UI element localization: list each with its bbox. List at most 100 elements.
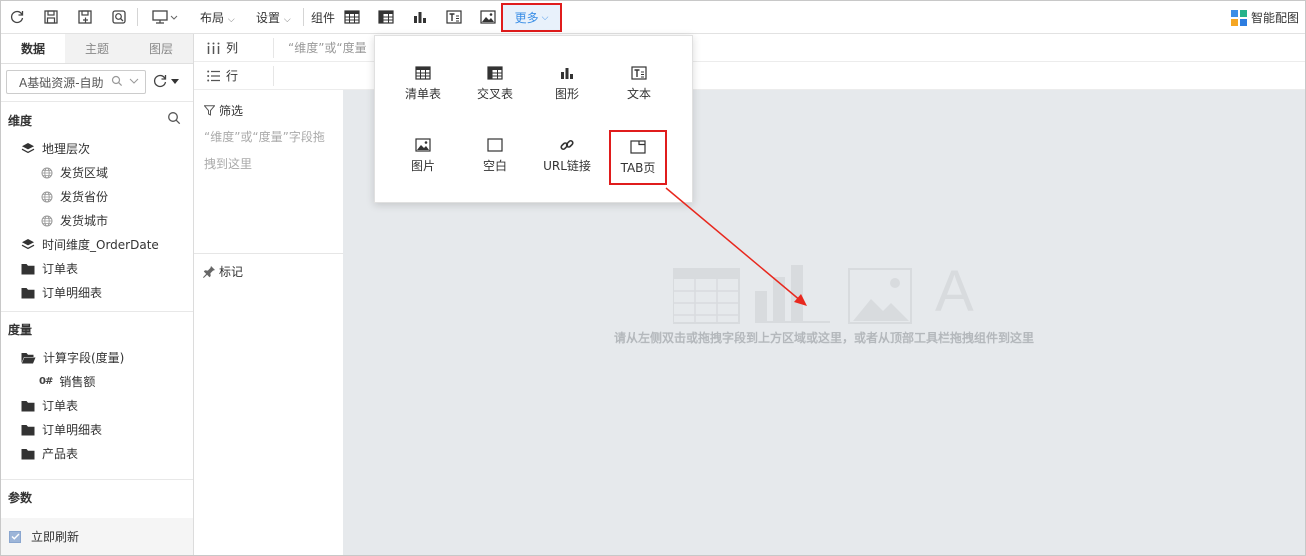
filter-hint: “维度”或“度量”字段拖拽到这里 (204, 130, 325, 171)
tree-item-ship-province[interactable]: 发货省份 (41, 188, 108, 205)
tree-item-orders[interactable]: 订单表 (21, 260, 78, 277)
device-dropdown[interactable] (151, 7, 181, 27)
settings-menu[interactable]: 设置 ⌵ (256, 9, 291, 26)
caret-down-icon (170, 75, 180, 89)
chevron-down-icon: ⌵ (541, 12, 549, 23)
blank-icon (487, 138, 503, 152)
tree-item-sales[interactable]: 0# 销售额 (39, 373, 95, 390)
link-icon (560, 140, 574, 150)
tree-item-geo-hierarchy[interactable]: 地理层次 (21, 140, 90, 157)
more-components-dropdown: 清单表 交叉表 图形 文本 图片 空白 URL链接 TAB页 (374, 35, 693, 203)
tree-item-label: 发货省份 (60, 190, 109, 204)
row-shelf[interactable]: 行 (194, 62, 1305, 90)
component-tab-page[interactable]: TAB页 (609, 130, 667, 185)
folder-icon (21, 400, 35, 411)
component-blank[interactable]: 空白 (467, 128, 523, 184)
layout-menu[interactable]: 布局 ⌵ (200, 9, 235, 26)
chevron-down-icon: ⌵ (283, 15, 291, 25)
text-icon[interactable] (445, 7, 463, 27)
tree-item-order-details[interactable]: 订单明细表 (21, 421, 102, 438)
column-shelf-label: 列 (194, 37, 274, 58)
search-icon[interactable] (167, 111, 181, 128)
preview-icon[interactable] (109, 7, 129, 27)
column-hint: “维度”或“度量 (288, 41, 367, 55)
component-chart[interactable]: 图形 (539, 56, 595, 112)
image-icon[interactable] (479, 7, 497, 27)
tree-item-label: 计算字段(度量) (43, 351, 125, 365)
toolbar: 布局 ⌵ 设置 ⌵ 组件 更多 ⌵ 智能配图 (1, 1, 1305, 34)
component-label: 清单表 (404, 87, 441, 101)
tree-item-products[interactable]: 产品表 (21, 445, 78, 462)
component-text[interactable]: 文本 (611, 56, 667, 112)
component-label: 交叉表 (476, 87, 513, 101)
column-shelf[interactable]: 列 “维度”或“度量 (194, 34, 1305, 62)
tree-item-label: 订单表 (42, 399, 79, 413)
data-panel: 数据 主题 图层 A基础资源-自助 维度 地理层次 发货区域 发货省份 发货城市… (1, 34, 194, 555)
folder-icon (21, 448, 35, 459)
search-icon (111, 75, 123, 90)
row-label: 行 (226, 69, 239, 83)
folder-icon (21, 263, 35, 274)
tree-item-label: 地理层次 (42, 142, 91, 156)
chevron-down-icon (129, 75, 139, 90)
tab-data[interactable]: 数据 (1, 34, 65, 63)
tree-item-label: 订单明细表 (42, 423, 103, 437)
save-icon[interactable] (41, 7, 61, 27)
tree-item-label: 产品表 (42, 447, 79, 461)
tree-item-time-dimension[interactable]: 时间维度_OrderDate (21, 236, 159, 253)
folder-icon (21, 424, 35, 435)
chevron-down-icon: ⌵ (227, 15, 235, 25)
measure-title: 度量 (8, 323, 33, 337)
pin-icon (203, 266, 215, 278)
mark-shelf[interactable]: 标记 (203, 263, 243, 280)
tree-item-orders[interactable]: 订单表 (21, 397, 78, 414)
tree-item-label: 订单明细表 (42, 286, 103, 300)
filter-shelf[interactable]: 筛选 (204, 102, 243, 119)
toolbar-divider (137, 8, 138, 26)
tree-item-label: 发货区域 (60, 166, 109, 180)
tree-item-order-details[interactable]: 订单明细表 (21, 284, 102, 301)
tree-item-label: 订单表 (42, 262, 79, 276)
more-label: 更多 (514, 11, 539, 25)
refresh-icon[interactable] (7, 7, 27, 27)
more-button[interactable]: 更多 ⌵ (501, 3, 562, 32)
refresh-checkbox[interactable] (9, 530, 21, 543)
number-icon: 0# (39, 376, 53, 387)
cross-table-icon[interactable] (377, 7, 395, 27)
divider (1, 479, 193, 480)
tree-item-calculated-fields[interactable]: 计算字段(度量) (21, 349, 124, 366)
canvas-hint: 请从左侧双击或拖拽字段到上方区域或这里，或者从顶部工具栏拖拽组件到这里 (613, 331, 1034, 345)
smart-chart-button[interactable]: 智能配图 (1230, 9, 1299, 26)
refresh-icon (152, 73, 168, 92)
check-icon (11, 533, 20, 540)
component-label: 文本 (626, 87, 651, 101)
tree-item-label: 销售额 (59, 375, 96, 389)
settings-label: 设置 (256, 11, 281, 25)
component-image[interactable]: 图片 (395, 128, 451, 184)
save-as-icon[interactable] (75, 7, 95, 27)
component-list-table[interactable]: 清单表 (395, 56, 451, 112)
mark-label: 标记 (219, 265, 244, 279)
globe-icon (41, 191, 53, 202)
component-cross-table[interactable]: 交叉表 (467, 56, 523, 112)
datasource-refresh[interactable] (152, 73, 180, 92)
folder-icon (21, 287, 35, 298)
folder-open-icon (21, 352, 36, 363)
tree-item-ship-city[interactable]: 发货城市 (41, 212, 108, 229)
component-label: 图形 (554, 87, 579, 101)
component-label: URL链接 (543, 159, 591, 173)
layers-icon (21, 142, 35, 153)
filter-label: 筛选 (219, 104, 244, 118)
shelf-panel: 列 “维度”或“度量 行 筛选 “维度”或“度量”字段拖拽到这里 标记 (194, 34, 1305, 555)
column-label: 列 (226, 41, 239, 55)
component-url-link[interactable]: URL链接 (539, 128, 595, 184)
tree-item-ship-region[interactable]: 发货区域 (41, 164, 108, 181)
refresh-label: 立即刷新 (31, 530, 80, 544)
chart-icon[interactable] (411, 7, 429, 27)
tab-layers[interactable]: 图层 (129, 34, 193, 63)
datasource-select[interactable]: A基础资源-自助 (6, 70, 146, 94)
dimension-title: 维度 (8, 114, 33, 128)
list-table-icon[interactable] (343, 7, 361, 27)
tab-theme[interactable]: 主题 (65, 34, 129, 63)
divider (1, 311, 193, 312)
